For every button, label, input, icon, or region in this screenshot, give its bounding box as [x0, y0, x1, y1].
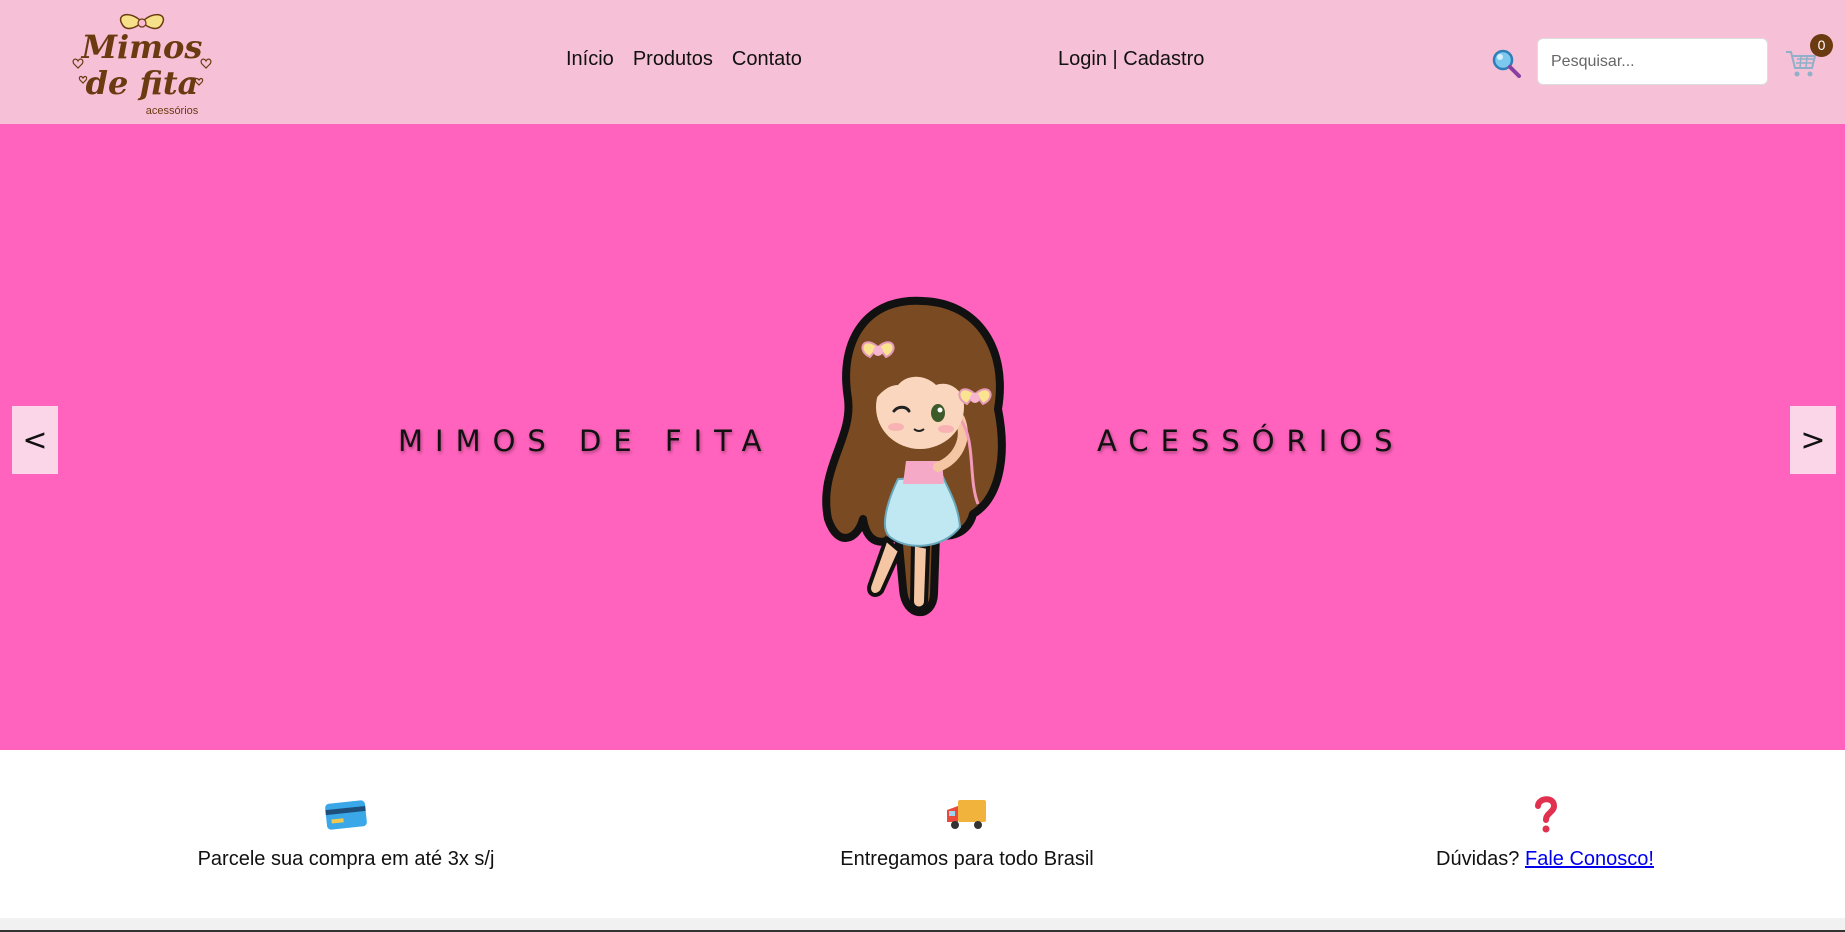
feature-contact-text: Dúvidas? Fale Conosco! [1238, 848, 1845, 871]
search-icon[interactable] [1491, 48, 1521, 78]
cart-count-badge: 0 [1810, 34, 1833, 57]
nav-produtos[interactable]: Produtos [633, 48, 713, 71]
svg-text:de fita: de fita [86, 64, 199, 102]
mascot-girl-illustration [822, 296, 1006, 617]
hero-carousel: < MIMOS DE FITA ACESSÓRIOS > [0, 124, 1845, 750]
carousel-prev-button[interactable]: < [12, 406, 58, 474]
feature-installments: Parcele sua compra em até 3x s/j [39, 750, 653, 918]
question-mark-icon [1535, 796, 1558, 833]
contact-us-link[interactable]: Fale Conosco! [1525, 848, 1654, 870]
hero-left-text: MIMOS DE FITA [398, 424, 774, 458]
hero-right-text: ACESSÓRIOS [1097, 424, 1405, 458]
feature-installments-text: Parcele sua compra em até 3x s/j [197, 848, 495, 870]
main-nav: Início Produtos Contato [566, 48, 802, 71]
feature-delivery-text: Entregamos para todo Brasil [840, 848, 1094, 870]
delivery-truck-icon [947, 800, 986, 829]
bow-icon [119, 13, 165, 30]
credit-card-icon [325, 800, 367, 830]
feature-delivery: Entregamos para todo Brasil [660, 750, 1274, 918]
feature-contact: Dúvidas? Fale Conosco! [1238, 750, 1845, 918]
svg-text:acessórios: acessórios [146, 105, 199, 117]
search-input[interactable] [1537, 38, 1768, 85]
login-register-link[interactable]: Login | Cadastro [1058, 48, 1204, 71]
nav-inicio[interactable]: Início [566, 48, 614, 71]
site-header: Mimos de fita acessórios Início Produtos… [0, 0, 1845, 124]
features-strip: Parcele sua compra em até 3x s/j Entrega… [0, 750, 1845, 918]
feature-contact-question: Dúvidas? [1436, 848, 1520, 870]
svg-text:Mimos: Mimos [81, 28, 203, 66]
carousel-next-button[interactable]: > [1790, 406, 1836, 474]
page-bottom-strip [0, 918, 1845, 932]
nav-contato[interactable]: Contato [732, 48, 802, 71]
brand-logo[interactable]: Mimos de fita acessórios [68, 6, 216, 122]
